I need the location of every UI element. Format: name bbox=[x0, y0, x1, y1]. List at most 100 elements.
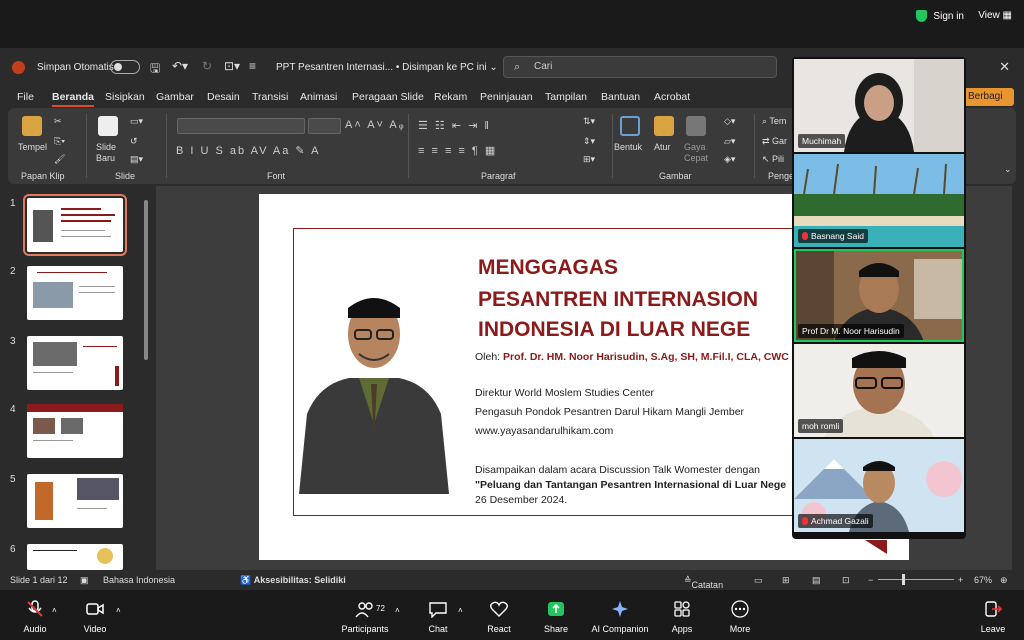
redo-icon[interactable]: ↻ bbox=[202, 59, 212, 73]
collapse-ribbon-icon[interactable]: ⌄ bbox=[1004, 164, 1012, 175]
slide-thumbnail-2[interactable] bbox=[27, 266, 123, 320]
more-button[interactable]: More bbox=[705, 600, 775, 634]
slide-title-line-3: INDONESIA DI LUAR NEGE bbox=[478, 318, 751, 341]
customize-qat-icon[interactable]: ≡ bbox=[249, 59, 256, 73]
thumb-photo bbox=[33, 210, 53, 242]
video-tile[interactable]: Achmad Gazali bbox=[794, 439, 964, 532]
shape-outline-icon[interactable]: ▱▾ bbox=[724, 136, 735, 147]
new-slide-icon[interactable] bbox=[98, 116, 118, 136]
tab-tampilan[interactable]: Tampilan bbox=[545, 91, 587, 103]
tab-peragaan-slide[interactable]: Peragaan Slide bbox=[352, 91, 424, 103]
smartart-icon[interactable]: ⊞▾ bbox=[583, 154, 595, 165]
paste-icon[interactable] bbox=[22, 116, 42, 136]
language-indicator[interactable]: Bahasa Indonesia bbox=[103, 575, 175, 585]
leave-button[interactable]: Leave bbox=[958, 600, 1024, 634]
notes-button[interactable]: ≙ Catatan bbox=[684, 575, 723, 590]
zoom-in-icon[interactable]: + bbox=[958, 575, 963, 585]
save-icon[interactable]: 🖫 bbox=[150, 59, 160, 80]
slide-thumbnail-3[interactable] bbox=[27, 336, 123, 390]
leave-label: Leave bbox=[980, 624, 1006, 634]
reading-view-icon[interactable]: ▤ bbox=[812, 575, 821, 586]
tab-bantuan[interactable]: Bantuan bbox=[601, 91, 640, 103]
chat-options-chevron-icon[interactable]: ˄ bbox=[458, 606, 463, 615]
audio-options-chevron-icon[interactable]: ˄ bbox=[52, 606, 57, 615]
format-painter-icon[interactable]: 🖌 bbox=[54, 154, 65, 165]
align-text-icon[interactable]: ⇕▾ bbox=[583, 136, 595, 147]
scrollbar-thumb[interactable] bbox=[144, 200, 148, 360]
paste-label: Tempel bbox=[18, 142, 48, 152]
shapes-icon[interactable] bbox=[620, 116, 640, 136]
normal-view-icon[interactable]: ▭ bbox=[754, 575, 763, 586]
slide-thumbnail-1[interactable] bbox=[23, 194, 127, 256]
copy-icon[interactable]: ⎘▾ bbox=[54, 136, 65, 147]
align-buttons[interactable]: ≡ ≡ ≡ ≡ ¶ ▦ bbox=[418, 144, 497, 157]
replace-label: Gar bbox=[772, 136, 788, 146]
search-placeholder: Cari bbox=[534, 61, 553, 72]
arrange-icon[interactable] bbox=[654, 116, 674, 136]
video-tile[interactable]: Basnang Said bbox=[794, 154, 964, 247]
doc-title-text: PPT Pesantren Internasi... bbox=[276, 62, 394, 73]
shape-effects-icon[interactable]: ◈▾ bbox=[724, 154, 735, 165]
slide-number: 1 bbox=[10, 198, 16, 209]
tab-rekam[interactable]: Rekam bbox=[434, 91, 467, 103]
find-button[interactable]: ⌕ Tem bbox=[762, 116, 786, 127]
tab-gambar[interactable]: Gambar bbox=[156, 91, 194, 103]
ai-companion-button[interactable]: AI Companion bbox=[583, 600, 657, 634]
slide-thumbnail-5[interactable] bbox=[27, 474, 123, 528]
select-button[interactable]: ↖ Pili bbox=[762, 154, 784, 165]
mic-muted-icon bbox=[802, 517, 808, 525]
slide-sorter-icon[interactable]: ⊞ bbox=[782, 575, 790, 586]
quick-style-label: Gaya Cepat bbox=[684, 142, 709, 163]
replace-button[interactable]: ⇄ Gar bbox=[762, 136, 787, 147]
share-screen-button[interactable]: Share bbox=[521, 600, 591, 634]
list-buttons[interactable]: ☰ ☷ ⇤ ⇥ ‖ bbox=[418, 119, 491, 132]
tab-file[interactable]: File bbox=[17, 91, 34, 103]
cut-icon[interactable]: ✂ bbox=[54, 116, 62, 127]
tab-peninjauan[interactable]: Peninjauan bbox=[480, 91, 533, 103]
accessibility-button[interactable]: ♿ Aksesibilitas: Selidiki bbox=[240, 575, 346, 586]
video-tile[interactable]: moh romli bbox=[794, 344, 964, 437]
font-size-buttons[interactable]: A˄ A˅ Aᵩ bbox=[345, 119, 406, 131]
font-format-buttons[interactable]: B I U S ab AV Aa ✎ A bbox=[176, 144, 320, 157]
font-size-select[interactable] bbox=[308, 118, 341, 134]
view-menu-button[interactable]: View ▦ bbox=[978, 10, 1012, 21]
zoom-slider[interactable] bbox=[878, 579, 954, 580]
tab-transisi[interactable]: Transisi bbox=[252, 91, 288, 103]
slide-thumbnail-6[interactable] bbox=[27, 544, 123, 570]
font-family-select[interactable] bbox=[177, 118, 305, 134]
tab-acrobat[interactable]: Acrobat bbox=[654, 91, 690, 103]
tab-beranda[interactable]: Beranda bbox=[52, 91, 95, 107]
autosave-toggle[interactable] bbox=[110, 60, 140, 74]
thumbnail-scrollbar[interactable] bbox=[143, 186, 149, 570]
zoom-slider-thumb[interactable] bbox=[902, 574, 905, 585]
share-button[interactable]: Berbagi ⌄ bbox=[964, 88, 1014, 113]
spellcheck-icon[interactable]: ▣ bbox=[80, 575, 89, 586]
tab-sisipkan[interactable]: Sisipkan bbox=[105, 91, 145, 103]
document-title[interactable]: PPT Pesantren Internasi... • Disimpan ke… bbox=[276, 62, 498, 73]
group-slide: Slide bbox=[115, 171, 136, 181]
tab-animasi[interactable]: Animasi bbox=[300, 91, 337, 103]
zoom-level[interactable]: 67% bbox=[974, 575, 992, 585]
text-direction-icon[interactable]: ⇅▾ bbox=[583, 116, 595, 127]
present-icon[interactable]: ⊡▾ bbox=[224, 59, 240, 73]
close-icon[interactable]: ✕ bbox=[999, 59, 1010, 75]
shape-fill-icon[interactable]: ◇▾ bbox=[724, 116, 735, 127]
section-icon[interactable]: ▤▾ bbox=[130, 154, 143, 165]
video-tile-active-speaker[interactable]: Prof Dr M. Noor Harisudin bbox=[794, 249, 964, 342]
tab-desain[interactable]: Desain bbox=[207, 91, 240, 103]
sign-in-button[interactable]: Sign in bbox=[916, 10, 964, 22]
slideshow-icon[interactable]: ⊡ bbox=[842, 575, 850, 586]
layout-icon[interactable]: ▭▾ bbox=[130, 116, 143, 127]
participants-button[interactable]: Participants bbox=[330, 600, 400, 634]
quick-style-icon[interactable] bbox=[686, 116, 706, 136]
notes-label: Catatan bbox=[691, 580, 724, 590]
slide-thumbnail-4[interactable] bbox=[27, 404, 123, 458]
participants-options-chevron-icon[interactable]: ˄ bbox=[395, 606, 400, 615]
video-tile[interactable]: Muchimah bbox=[794, 59, 964, 152]
undo-icon[interactable]: ↶▾ bbox=[172, 59, 188, 73]
fit-to-window-icon[interactable]: ⊕ bbox=[1000, 575, 1008, 586]
search-box[interactable]: ⌕ Cari bbox=[503, 56, 777, 78]
reset-icon[interactable]: ↺ bbox=[130, 136, 138, 147]
zoom-out-icon[interactable]: − bbox=[868, 575, 873, 585]
video-options-chevron-icon[interactable]: ˄ bbox=[116, 606, 121, 615]
